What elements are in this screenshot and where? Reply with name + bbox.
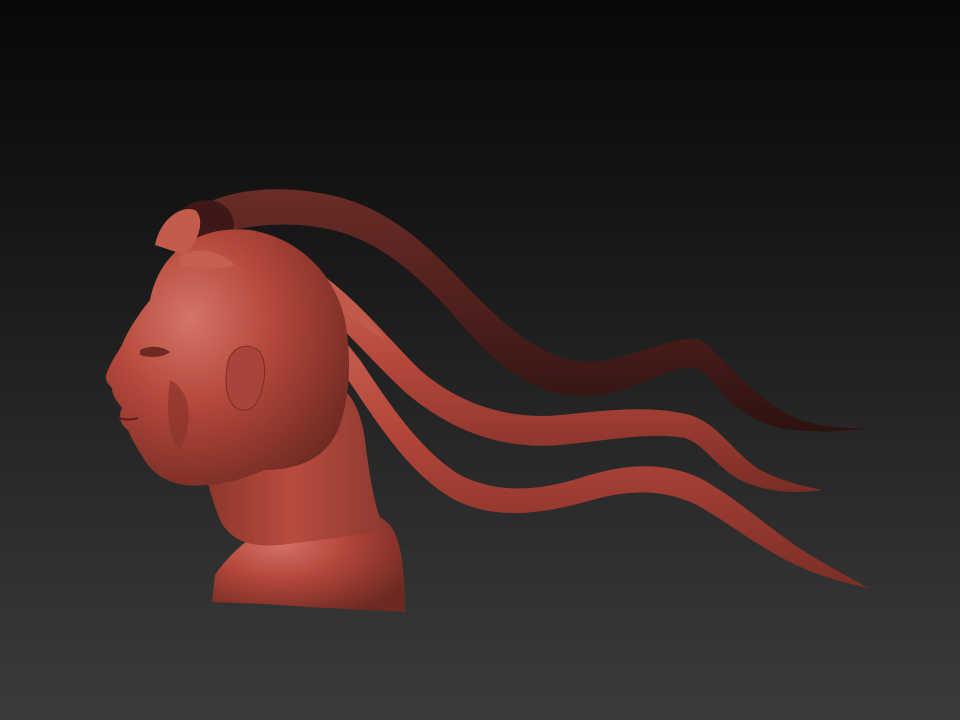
sculpt-model-canvas[interactable] xyxy=(0,0,960,720)
head xyxy=(105,229,350,486)
3d-viewport[interactable] xyxy=(0,0,960,720)
